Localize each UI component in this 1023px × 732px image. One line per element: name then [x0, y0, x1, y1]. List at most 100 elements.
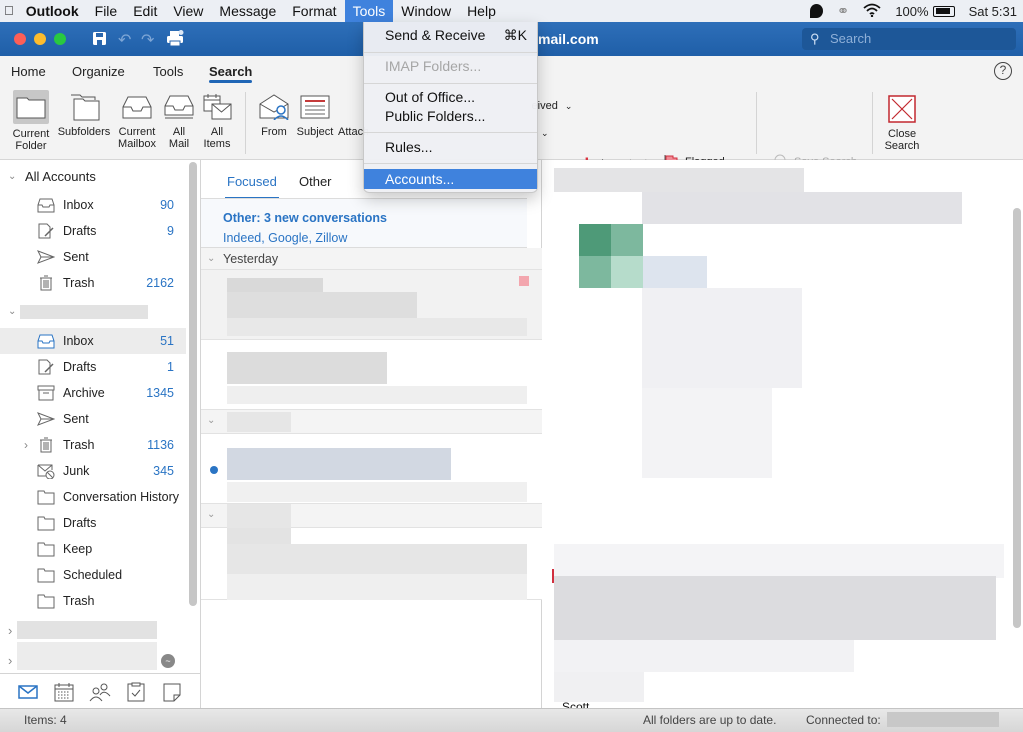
message-row[interactable]: [201, 340, 542, 410]
tab-other[interactable]: Other: [299, 174, 332, 189]
menu-edit[interactable]: Edit: [125, 0, 165, 22]
other-inbox-banner[interactable]: Other: 3 new conversations Indeed, Googl…: [201, 198, 527, 248]
menu-item-accounts[interactable]: Accounts...: [364, 169, 537, 189]
menu-item-out-of-office[interactable]: Out of Office...: [364, 87, 537, 107]
chevron-down-icon[interactable]: ⌄: [8, 299, 16, 325]
folder-inbox[interactable]: Inbox 90: [0, 192, 186, 218]
folder-junk[interactable]: Junk 345: [0, 458, 186, 484]
creative-cloud-icon[interactable]: ⚭: [837, 2, 850, 20]
menu-outlook[interactable]: Outlook: [18, 0, 87, 22]
tasks-nav-icon[interactable]: [125, 682, 147, 702]
folder-keep[interactable]: Keep: [0, 536, 186, 562]
account-3-header[interactable]: ›: [0, 618, 186, 644]
menu-separator: [364, 52, 537, 53]
chevron-right-icon[interactable]: ›: [8, 648, 12, 674]
menu-item-send-receive[interactable]: Send & Receive ⌘K: [364, 25, 537, 45]
folder-drafts[interactable]: Drafts 1: [0, 354, 186, 380]
calendar-nav-icon[interactable]: [53, 682, 75, 702]
tab-focused[interactable]: Focused: [225, 174, 279, 199]
other-banner-title: Other: 3 new conversations: [223, 211, 387, 225]
sent-icon: [37, 250, 55, 264]
unread-count: 1: [167, 360, 174, 374]
redacted-account-name: [17, 621, 157, 639]
chevron-down-icon[interactable]: ⌄: [8, 164, 16, 190]
folder-conversation-history[interactable]: Conversation History: [0, 484, 186, 510]
message-row[interactable]: [201, 270, 542, 340]
inbox-icon: [37, 334, 55, 349]
all-mail-button[interactable]: All Mail: [162, 92, 196, 150]
folder-trash-2[interactable]: Trash: [0, 588, 186, 614]
folder-drafts-2[interactable]: Drafts: [0, 510, 186, 536]
sidebar-scrollbar[interactable]: [189, 162, 197, 606]
tab-search[interactable]: Search: [209, 64, 253, 83]
chevron-right-icon[interactable]: ›: [24, 432, 28, 458]
chevron-down-icon: ⌄: [207, 509, 216, 520]
message-row[interactable]: [201, 528, 542, 600]
search-input[interactable]: ⚲ Search: [802, 28, 1016, 50]
menu-file[interactable]: File: [87, 0, 126, 22]
people-nav-icon[interactable]: [89, 682, 111, 702]
received-more-dropdown[interactable]: ⌄: [541, 128, 549, 139]
account-all-accounts[interactable]: ⌄ All Accounts: [0, 164, 186, 190]
subject-button[interactable]: Subject: [295, 92, 335, 138]
help-button[interactable]: ?: [994, 62, 1012, 80]
subfolders-button[interactable]: Subfolders: [55, 92, 113, 138]
close-window-button[interactable]: [14, 33, 26, 45]
menu-help[interactable]: Help: [459, 0, 504, 22]
inbox-icon: [37, 198, 55, 213]
folder-trash[interactable]: › Trash 1136: [0, 432, 186, 458]
folder-sent[interactable]: Sent: [0, 244, 186, 270]
redo-icon[interactable]: ↷: [141, 30, 154, 50]
all-items-button[interactable]: All Items: [200, 92, 234, 150]
from-button[interactable]: From: [257, 92, 291, 138]
folder-scheduled[interactable]: Scheduled: [0, 562, 186, 588]
group-header[interactable]: ⌄: [201, 504, 542, 528]
folder-sent[interactable]: Sent: [0, 406, 186, 432]
print-icon[interactable]: [166, 30, 184, 52]
flag-icon[interactable]: [519, 276, 529, 286]
apple-menu-icon[interactable]: : [0, 0, 18, 22]
folder-archive[interactable]: Archive 1345: [0, 380, 186, 406]
group-header[interactable]: ⌄: [201, 410, 542, 434]
unread-count: 2162: [146, 276, 174, 290]
clock[interactable]: Sat 5:31: [969, 4, 1017, 19]
message-row-unread[interactable]: [201, 434, 542, 504]
reading-pane-scrollbar[interactable]: [1013, 208, 1021, 628]
undo-icon[interactable]: ↶: [118, 30, 131, 50]
folder-icon: [37, 568, 55, 583]
menu-window[interactable]: Window: [393, 0, 459, 22]
folder-trash[interactable]: Trash 2162: [0, 270, 186, 296]
menu-item-rules[interactable]: Rules...: [364, 137, 537, 157]
minimize-window-button[interactable]: [34, 33, 46, 45]
menu-message[interactable]: Message: [211, 0, 284, 22]
menu-item-public-folders[interactable]: Public Folders...: [364, 106, 537, 126]
save-icon[interactable]: [92, 31, 107, 51]
menu-format[interactable]: Format: [284, 0, 344, 22]
tab-tools[interactable]: Tools: [153, 64, 183, 79]
activity-icon[interactable]: ~: [161, 654, 175, 668]
battery-charging-icon[interactable]: [932, 5, 955, 17]
zoom-window-button[interactable]: [54, 33, 66, 45]
mail-nav-icon[interactable]: [17, 682, 39, 702]
folder-drafts[interactable]: Drafts 9: [0, 218, 186, 244]
chat-bubble-icon[interactable]: [809, 4, 823, 18]
message-list: Focused Other Other: 3 new conversations…: [201, 160, 542, 708]
group-header-yesterday[interactable]: ⌄ Yesterday: [201, 248, 542, 270]
ribbon-divider: [756, 92, 757, 154]
menu-view[interactable]: View: [165, 0, 211, 22]
tab-home[interactable]: Home: [11, 64, 46, 79]
wifi-icon[interactable]: [863, 3, 881, 20]
tab-organize[interactable]: Organize: [72, 64, 125, 79]
notes-nav-icon[interactable]: [161, 682, 183, 702]
redacted-avatar: [579, 224, 611, 256]
current-mailbox-button[interactable]: Current Mailbox: [115, 92, 159, 150]
account-4-header[interactable]: › ~: [0, 642, 186, 674]
chevron-right-icon[interactable]: ›: [8, 618, 12, 644]
account-2-header[interactable]: ⌄: [0, 299, 186, 325]
received-dropdown[interactable]: Received⌄: [532, 100, 572, 112]
current-folder-button[interactable]: Current Folder: [10, 90, 52, 152]
unread-count: 90: [160, 198, 174, 212]
folder-inbox-selected[interactable]: Inbox 51: [0, 328, 186, 354]
menu-tools[interactable]: Tools: [344, 0, 394, 22]
close-search-button[interactable]: Close Search: [880, 94, 924, 152]
